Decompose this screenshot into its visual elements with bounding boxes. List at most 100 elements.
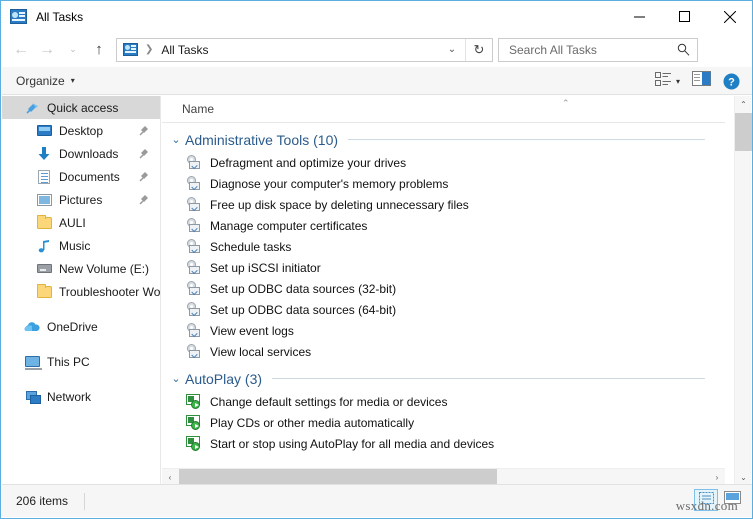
music-icon <box>36 238 52 254</box>
documents-icon <box>36 169 52 185</box>
help-button[interactable]: ? <box>719 69 744 93</box>
list-item[interactable]: Diagnose your computer's memory problems <box>162 173 725 194</box>
network-icon <box>24 389 40 405</box>
navigation-pane[interactable]: Quick access Desktop Downloads Docu <box>2 96 161 486</box>
sidebar-item-quick-access[interactable]: Quick access <box>2 96 160 119</box>
vertical-scrollbar[interactable]: ⌃ ⌄ <box>734 96 751 486</box>
sidebar-item-new-volume-e[interactable]: New Volume (E:) <box>2 257 160 280</box>
sidebar-item-onedrive[interactable]: OneDrive <box>2 315 160 338</box>
list-item-label: Defragment and optimize your drives <box>210 156 406 170</box>
address-bar-row: ← → ⌄ ↑ ❯ All Tasks ⌄ ↻ <box>1 32 752 67</box>
address-bar[interactable]: ❯ All Tasks ⌄ ↻ <box>116 38 493 62</box>
horizontal-scrollbar[interactable]: ‹ › <box>162 468 725 484</box>
sidebar-item-label: Pictures <box>59 193 102 207</box>
list-item[interactable]: Defragment and optimize your drives <box>162 152 725 173</box>
admin-tool-icon <box>186 323 202 339</box>
search-box[interactable] <box>498 38 698 62</box>
sidebar-item-troubleshooter-work[interactable]: Troubleshooter Wor <box>2 280 160 303</box>
view-options-button[interactable]: ▾ <box>651 69 684 93</box>
sidebar-spacer <box>2 373 160 385</box>
list-item-label: View local services <box>210 345 311 359</box>
watermark: wsxdn.com <box>676 498 738 514</box>
pin-icon[interactable] <box>139 147 150 159</box>
sidebar-spacer <box>2 303 160 315</box>
toolbar: Organize ▾ ▾ <box>2 67 752 95</box>
list-view-icon <box>655 72 672 91</box>
sidebar-item-auli[interactable]: AULI <box>2 211 160 234</box>
drive-icon <box>36 261 52 277</box>
admin-tool-icon <box>186 218 202 234</box>
sidebar-item-desktop[interactable]: Desktop <box>2 119 160 142</box>
maximize-button[interactable] <box>662 1 707 32</box>
list-item[interactable]: Set up ODBC data sources (32-bit) <box>162 278 725 299</box>
search-icon[interactable] <box>677 43 690 61</box>
minimize-button[interactable] <box>617 1 662 32</box>
group-header[interactable]: ⌄ Administrative Tools (10) <box>162 127 725 152</box>
up-button[interactable]: ↑ <box>86 37 112 63</box>
list-item[interactable]: Change default settings for media or dev… <box>162 391 725 412</box>
window-title: All Tasks <box>36 10 83 24</box>
admin-tool-icon <box>186 176 202 192</box>
list-item-label: Free up disk space by deleting unnecessa… <box>210 198 469 212</box>
horizontal-scrollbar-thumb[interactable] <box>179 469 497 485</box>
organize-label: Organize <box>16 74 65 88</box>
forward-button[interactable]: → <box>34 37 60 63</box>
sidebar-item-network[interactable]: Network <box>2 385 160 408</box>
pin-icon[interactable] <box>139 170 150 182</box>
list-item[interactable]: Manage computer certificates <box>162 215 725 236</box>
list-item[interactable]: View event logs <box>162 320 725 341</box>
column-header-row: Name ⌃ <box>162 96 725 123</box>
item-count-label: 206 items <box>16 494 68 508</box>
sidebar-item-this-pc[interactable]: This PC <box>2 350 160 373</box>
list-item-label: Play CDs or other media automatically <box>210 416 414 430</box>
list-item[interactable]: Schedule tasks <box>162 236 725 257</box>
scroll-left-button[interactable]: ‹ <box>162 469 178 485</box>
recent-locations-button[interactable]: ⌄ <box>60 37 86 63</box>
onedrive-icon <box>24 319 40 335</box>
list-item-label: Set up ODBC data sources (64-bit) <box>210 303 396 317</box>
file-list-pane: Name ⌃ ⌄ Administrative Tools (10) Defra… <box>162 96 725 486</box>
scroll-right-button[interactable]: › <box>709 469 725 485</box>
list-item[interactable]: Play CDs or other media automatically <box>162 412 725 433</box>
explorer-window: All Tasks ← → ⌄ ↑ <box>0 0 753 519</box>
list-item[interactable]: Free up disk space by deleting unnecessa… <box>162 194 725 215</box>
close-button[interactable] <box>707 1 752 32</box>
title-bar: All Tasks <box>1 1 752 32</box>
back-button[interactable]: ← <box>8 37 34 63</box>
list-item[interactable]: Set up iSCSI initiator <box>162 257 725 278</box>
address-dropdown-icon[interactable]: ⌄ <box>441 39 463 61</box>
pin-icon[interactable] <box>139 124 150 136</box>
preview-pane-button[interactable] <box>688 69 715 93</box>
scroll-up-button[interactable]: ⌃ <box>735 96 752 113</box>
list-item[interactable]: View local services <box>162 341 725 362</box>
toolbar-right-group: ▾ ? <box>651 67 744 95</box>
sidebar-item-label: Quick access <box>47 101 118 115</box>
admin-tool-icon <box>186 281 202 297</box>
sidebar-item-label: Documents <box>59 170 120 184</box>
breadcrumb[interactable]: All Tasks <box>161 43 208 57</box>
help-icon: ? <box>723 73 740 90</box>
sidebar-item-label: Downloads <box>59 147 118 161</box>
desktop-icon <box>36 123 52 139</box>
column-header-name[interactable]: Name <box>182 102 214 116</box>
list-item[interactable]: Start or stop using AutoPlay for all med… <box>162 433 725 454</box>
list-item-label: Diagnose your computer's memory problems <box>210 177 448 191</box>
sidebar-item-music[interactable]: Music <box>2 234 160 257</box>
group-autoplay: ⌄ AutoPlay (3) Change default settings f… <box>162 366 725 454</box>
pin-icon[interactable] <box>139 193 150 205</box>
sidebar-item-label: AULI <box>59 216 86 230</box>
chevron-down-icon: ▾ <box>71 76 75 85</box>
sidebar-item-label: Desktop <box>59 124 103 138</box>
sidebar-item-downloads[interactable]: Downloads <box>2 142 160 165</box>
admin-tool-icon <box>186 344 202 360</box>
refresh-icon[interactable]: ↻ <box>465 39 492 61</box>
chevron-down-icon[interactable]: ⌄ <box>169 133 183 146</box>
sidebar-item-pictures[interactable]: Pictures <box>2 188 160 211</box>
chevron-down-icon[interactable]: ⌄ <box>169 372 183 385</box>
list-item[interactable]: Set up ODBC data sources (64-bit) <box>162 299 725 320</box>
organize-button[interactable]: Organize ▾ <box>16 74 75 88</box>
sidebar-item-documents[interactable]: Documents <box>2 165 160 188</box>
group-header[interactable]: ⌄ AutoPlay (3) <box>162 366 725 391</box>
search-input[interactable] <box>507 40 667 60</box>
vertical-scrollbar-thumb[interactable] <box>735 113 752 151</box>
